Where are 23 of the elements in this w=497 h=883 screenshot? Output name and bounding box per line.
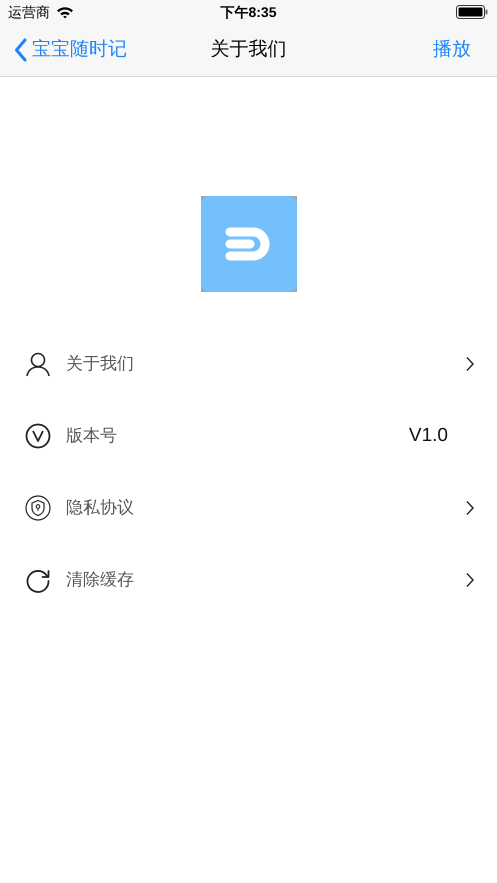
version-value: V1.0 (408, 424, 448, 448)
row-label: 版本号 (66, 425, 117, 448)
back-chevron-icon (14, 38, 28, 62)
row-label: 隐私协议 (66, 497, 134, 520)
wifi-icon (56, 6, 74, 18)
chevron-right-icon (465, 572, 475, 588)
row-label: 清除缓存 (66, 569, 134, 592)
settings-row[interactable]: 关于我们 (0, 328, 497, 400)
app-logo-icon (200, 196, 296, 292)
status-time: 下午8:35 (220, 2, 277, 22)
page-title: 关于我们 (210, 38, 286, 62)
settings-row[interactable]: 隐私协议 (0, 472, 497, 544)
person-icon (25, 351, 51, 377)
settings-row[interactable]: 清除缓存 (0, 544, 497, 616)
version-circle-icon (25, 423, 51, 449)
battery-icon (456, 5, 488, 19)
shield-icon (25, 495, 51, 521)
chevron-right-icon (465, 356, 475, 372)
row-label: 关于我们 (66, 353, 134, 376)
refresh-icon (25, 567, 51, 593)
carrier-name: 运营商 (8, 2, 50, 22)
settings-row[interactable]: 版本号 V1.0 (0, 400, 497, 472)
chevron-right-icon (465, 500, 475, 516)
